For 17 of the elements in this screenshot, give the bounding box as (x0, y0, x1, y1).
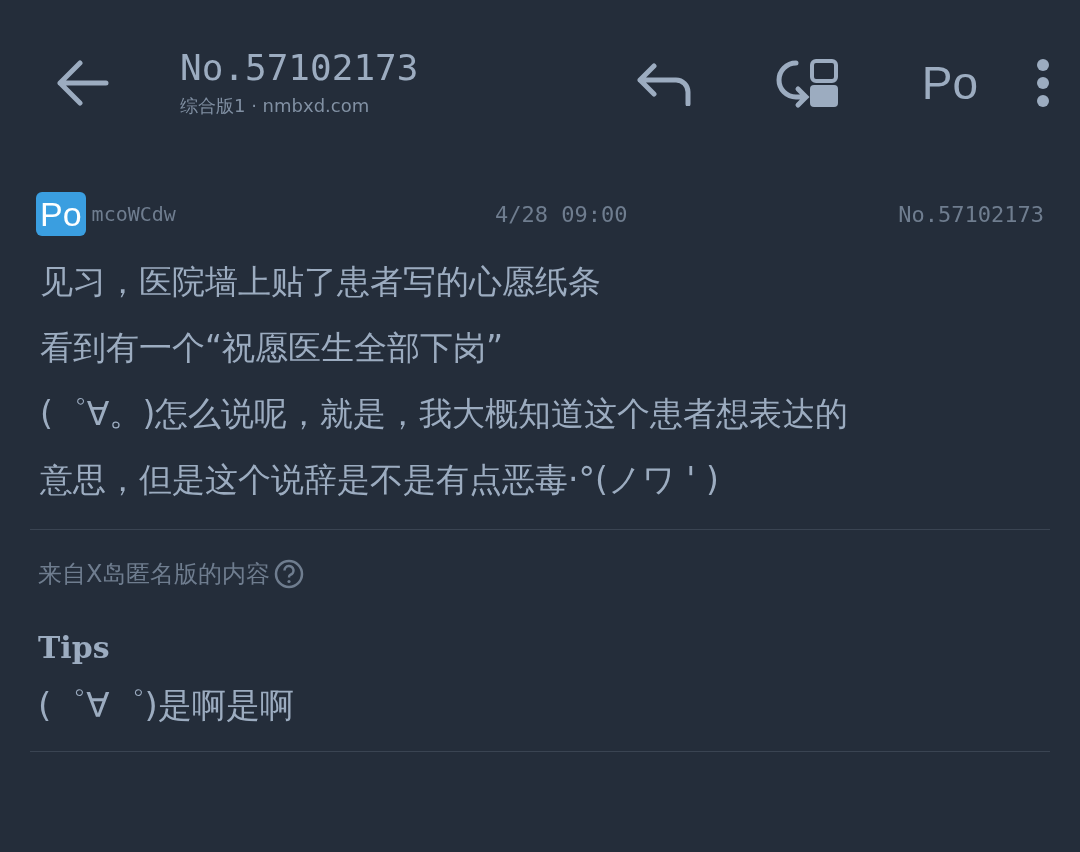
post-text-line: 见习，医院墙上贴了患者写的心愿纸条 (40, 261, 602, 303)
post-text-line: 意思，但是这个说辞是不是有点恶毒·°(ノワ ' ) (40, 459, 720, 501)
po-filter-button[interactable]: Po (921, 55, 978, 110)
post-time: 4/28 09:00 (494, 201, 629, 227)
post-text-line: (゜∀。)怎么说呢，就是，我大概知道这个患者想表达的 (40, 393, 850, 435)
post-text-line: 看到有一个“祝愿医生全部下岗” (40, 327, 505, 369)
po-badge: Po (36, 192, 86, 236)
tips-text: (゜∀゜)是啊是啊 (38, 685, 294, 725)
user-id: mcoWCdw (91, 202, 177, 226)
tips-heading: Tips (38, 630, 111, 665)
thread-title: No.57102173 (180, 47, 420, 88)
board-subtitle: 综合版1 · nmbxd.com (180, 94, 371, 118)
back-icon[interactable] (56, 59, 110, 106)
source-note: 来自X岛匿名版的内容 (38, 559, 271, 590)
more-icon[interactable] (1036, 57, 1050, 108)
help-icon[interactable] (274, 559, 305, 589)
post-number: No.57102173 (898, 201, 1044, 227)
